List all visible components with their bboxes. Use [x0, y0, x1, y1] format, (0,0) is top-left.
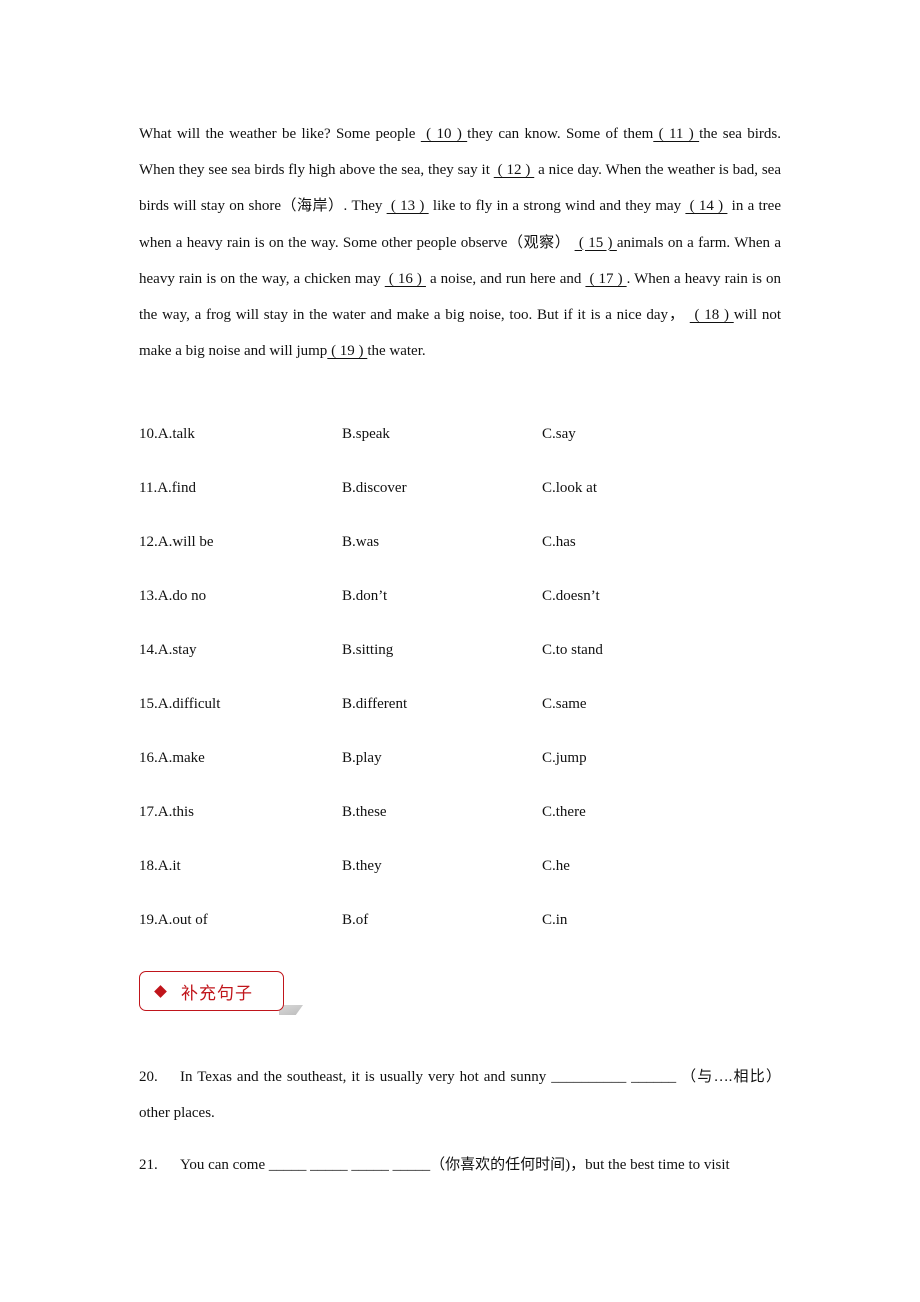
option-b: B.of	[342, 912, 369, 928]
option-c: C.in	[542, 912, 568, 928]
option-b: B.sitting	[342, 642, 394, 658]
option-b: B.they	[342, 858, 382, 874]
option-a: 19.A.out of	[139, 912, 208, 928]
passage-text: they can know. Some of them	[467, 126, 654, 142]
section-header: 补充句子	[139, 971, 303, 1015]
answer-options: 10.A.talk B.speak C.say 11.A.find B.discover…	[139, 418, 781, 958]
option-row: 16.A.make B.play C.jump	[139, 742, 781, 796]
option-row: 10.A.talk B.speak C.say	[139, 418, 781, 472]
option-c: C.same	[542, 696, 587, 712]
blank: ( 18 )	[689, 307, 734, 324]
option-b: B.don’t	[342, 588, 388, 604]
blank: ( 15 )	[574, 234, 617, 251]
option-c: C.there	[542, 804, 586, 820]
option-row: 19.A.out of B.of C.in	[139, 904, 781, 958]
passage-text: a noise, and run here and	[425, 270, 586, 287]
option-b: B.these	[342, 804, 387, 820]
blank: ( 11 )	[653, 126, 700, 142]
option-c: C.he	[542, 858, 570, 874]
section-title: 补充句子	[181, 983, 253, 1004]
option-row: 11.A.find B.discover C.look at	[139, 472, 781, 526]
blank: ( 10 )	[420, 126, 468, 142]
cloze-passage: What will the weather be like? Some peop…	[139, 116, 781, 369]
blank: ( 13 )	[386, 198, 429, 215]
option-c: C.has	[542, 534, 576, 550]
diamond-icon	[154, 984, 167, 998]
option-a: 13.A.do no	[139, 588, 207, 604]
option-c: C.jump	[542, 750, 587, 766]
blank: ( 17 )	[585, 270, 627, 287]
question-text: In Texas and the southeast, it is usuall…	[139, 1069, 781, 1121]
question-text: You can come _____ _____ _____ _____（你喜欢…	[180, 1157, 730, 1173]
blank: ( 16 )	[384, 270, 426, 287]
blank: ( 19 )	[327, 343, 368, 360]
blank: ( 12 )	[493, 162, 535, 179]
passage-text: the water.	[367, 343, 426, 360]
blank: ( 14 )	[685, 198, 728, 215]
option-row: 15.A.difficult B.different C.same	[139, 688, 781, 742]
option-row: 13.A.do no B.don’t C.doesn’t	[139, 580, 781, 634]
option-a: 11.A.find	[139, 480, 196, 496]
option-b: B.speak	[342, 426, 390, 442]
option-b: B.play	[342, 750, 382, 766]
question-20: 20. In Texas and the southeast, it is usu…	[139, 1059, 781, 1131]
option-a: 18.A.it	[139, 858, 181, 874]
option-c: C.doesn’t	[542, 588, 600, 604]
option-a: 10.A.talk	[139, 426, 195, 442]
passage-text: like to fly in a strong wind and they ma…	[428, 198, 686, 215]
question-21: 21. You can come _____ _____ _____ _____（…	[139, 1147, 781, 1183]
option-c: C.to stand	[542, 642, 603, 658]
option-b: B.was	[342, 534, 380, 550]
option-row: 18.A.it B.they C.he	[139, 850, 781, 904]
option-b: B.different	[342, 696, 408, 712]
question-number: 20.	[139, 1069, 158, 1085]
option-b: B.discover	[342, 480, 407, 496]
option-row: 14.A.stay B.sitting C.to stand	[139, 634, 781, 688]
option-c: C.look at	[542, 480, 597, 496]
option-c: C.say	[542, 426, 576, 442]
section-title-box: 补充句子	[139, 971, 284, 1011]
question-number: 21.	[139, 1157, 158, 1173]
option-a: 12.A.will be	[139, 534, 214, 550]
option-a: 14.A.stay	[139, 642, 197, 658]
option-a: 15.A.difficult	[139, 696, 221, 712]
option-a: 17.A.this	[139, 804, 195, 820]
option-row: 12.A.will be B.was C.has	[139, 526, 781, 580]
option-row: 17.A.this B.these C.there	[139, 796, 781, 850]
passage-text: What will the weather be like? Some peop…	[139, 126, 421, 142]
option-a: 16.A.make	[139, 750, 205, 766]
